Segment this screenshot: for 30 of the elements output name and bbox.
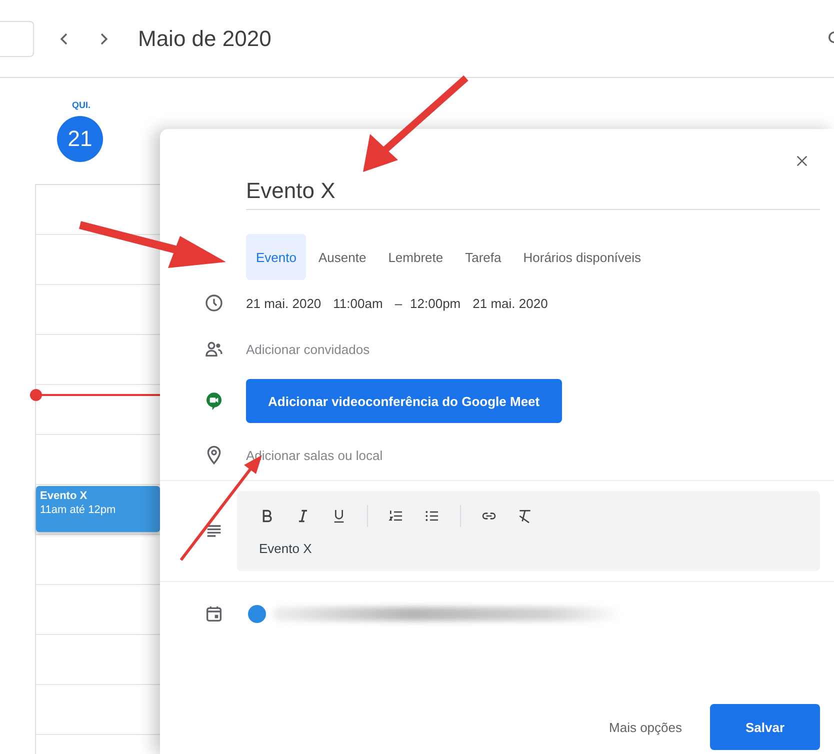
description-field[interactable]: Evento X — [237, 491, 820, 571]
title-field[interactable]: Evento X — [246, 177, 820, 210]
start-date[interactable]: 21 mai. 2020 — [246, 296, 322, 310]
event-time: 11am até 12pm — [40, 503, 117, 517]
calendar-icon — [204, 604, 224, 624]
weekday-label: QUI. — [72, 100, 91, 110]
more-options-button[interactable]: Mais opções — [603, 718, 688, 736]
location-field[interactable]: Adicionar salas ou local — [246, 448, 546, 462]
video-chat-icon — [204, 391, 224, 411]
event-title: Evento X — [40, 489, 88, 503]
clear-formatting-icon[interactable] — [517, 508, 533, 524]
end-date[interactable]: 21 mai. 2020 — [472, 296, 548, 310]
save-button[interactable]: Salvar — [710, 704, 820, 750]
close-icon[interactable] — [794, 153, 810, 169]
month-title: Maio de 2020 — [138, 26, 272, 52]
end-time[interactable]: 12:00pm — [410, 296, 461, 310]
start-time[interactable]: 11:00am — [333, 296, 383, 310]
type-tab[interactable]: Lembrete — [378, 234, 454, 280]
bulleted-list-icon[interactable] — [424, 508, 440, 524]
type-tab[interactable]: Evento — [246, 234, 306, 280]
clock-icon — [204, 293, 224, 313]
people-icon — [204, 339, 224, 359]
type-tab[interactable]: Ausente — [308, 234, 376, 280]
type-tab[interactable]: Horários disponíveis — [513, 234, 652, 280]
time-dash: – — [394, 296, 402, 310]
date-circle[interactable]: 21 — [57, 116, 103, 162]
type-tab[interactable]: Tarefa — [455, 234, 512, 280]
meet-button[interactable]: Adicionar videoconferência do Google Meet — [246, 379, 562, 423]
guests-field[interactable]: Adicionar convidados — [246, 342, 546, 356]
event-block[interactable]: Evento X 11am até 12pm — [36, 486, 160, 532]
